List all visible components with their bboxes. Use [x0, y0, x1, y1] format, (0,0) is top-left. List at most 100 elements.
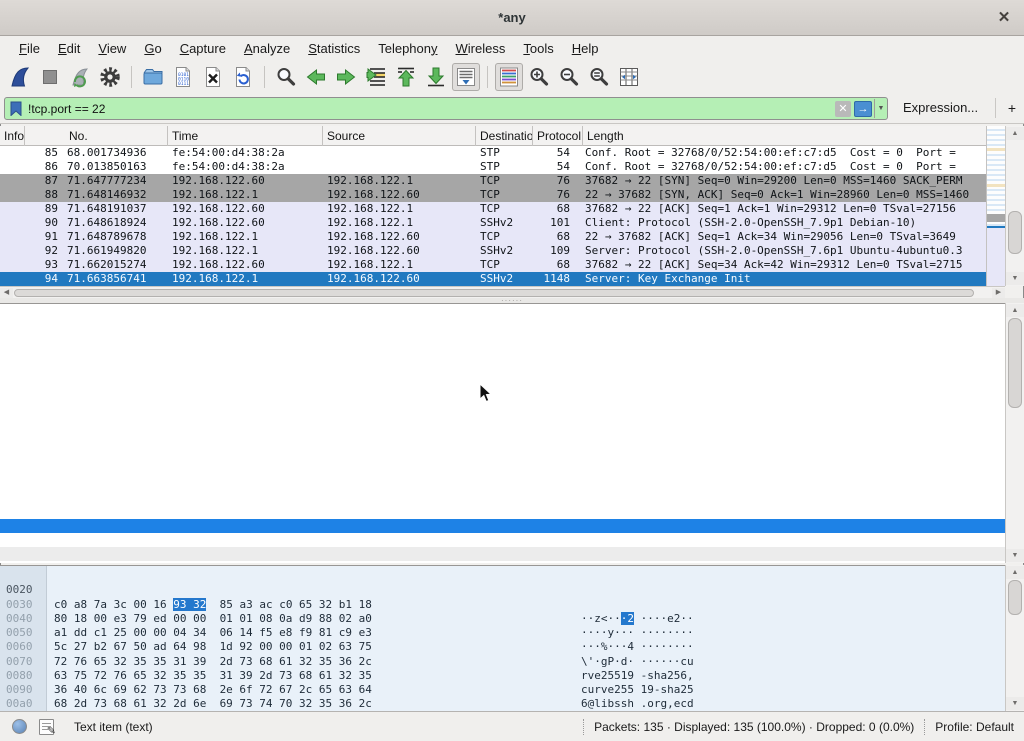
packet-row[interactable]: 90 71.648618924 192.168.122.60 192.168.1…: [0, 216, 986, 230]
auto-scroll-button[interactable]: [452, 63, 480, 91]
detail-tree-item[interactable]: Window size value: 227: [0, 405, 1005, 419]
menu-item[interactable]: Edit: [49, 38, 89, 59]
packet-list-vscrollbar[interactable]: ▲ ▼: [1005, 126, 1024, 286]
detail-tree-item[interactable]: [Stream index: 0]: [0, 306, 1005, 320]
find-packet-button[interactable]: [272, 63, 300, 91]
zoom-original-button[interactable]: [585, 63, 613, 91]
menu-item[interactable]: Analyze: [235, 38, 299, 59]
detail-tree-item[interactable]: [Next sequence number: 1122 (relative se…: [0, 349, 1005, 363]
detail-tree-item[interactable]: ▶Flags: 0x018 (PSH, ACK): [0, 391, 1005, 405]
scroll-down-arrow[interactable]: ▼: [1006, 272, 1024, 285]
scroll-up-arrow[interactable]: ▲: [1006, 127, 1024, 140]
close-window-button[interactable]: ✕: [994, 8, 1014, 28]
packet-row[interactable]: 89 71.648191037 192.168.122.60 192.168.1…: [0, 202, 986, 216]
filter-history-dropdown[interactable]: ▼: [874, 99, 887, 118]
colorize-packets-button[interactable]: [495, 63, 523, 91]
hex-row[interactable]: 00b0 38 34 2c 65 63 64 68 2d 73 68 61 32…: [0, 697, 1005, 711]
column-header[interactable]: Protocol: [533, 126, 583, 146]
expression-button[interactable]: Expression...: [903, 100, 978, 115]
detail-tree-item[interactable]: Acknowledgment number: 34 (relative ack …: [0, 363, 1005, 377]
scroll-down-arrow[interactable]: ▼: [1006, 697, 1024, 710]
hex-row[interactable]: 0090 68 2d 73 68 61 32 2d 6e 69 73 74 70…: [0, 669, 1005, 683]
next-packet-button[interactable]: [332, 63, 360, 91]
detail-tree-item[interactable]: Sequence number: 42 (relative sequence n…: [0, 334, 1005, 348]
packet-row[interactable]: 94 71.663856741 192.168.122.1 192.168.12…: [0, 272, 986, 286]
apply-filter-button[interactable]: →: [854, 101, 872, 117]
menu-item[interactable]: Wireless: [447, 38, 515, 59]
hex-row[interactable]: 0030 80 18 00 e3 79 ed 00 00 01 01 08 0a…: [0, 583, 1005, 597]
start-capture-button[interactable]: [6, 63, 34, 91]
detail-tree-item[interactable]: TCP payload (1080 bytes): [0, 533, 1005, 547]
open-file-button[interactable]: [139, 63, 167, 91]
menu-item[interactable]: View: [89, 38, 135, 59]
scroll-up-arrow[interactable]: ▲: [1006, 566, 1024, 579]
packet-row[interactable]: 92 71.661949820 192.168.122.1 192.168.12…: [0, 244, 986, 258]
clear-filter-button[interactable]: ✕: [835, 101, 851, 117]
packet-row[interactable]: 87 71.647777234 192.168.122.60 192.168.1…: [0, 174, 986, 188]
hex-row[interactable]: 0070 63 75 72 76 65 32 35 35 31 39 2d 73…: [0, 640, 1005, 654]
detail-tree-item[interactable]: ▶[Timestamps]: [0, 519, 1005, 533]
scroll-left-arrow[interactable]: ◀: [0, 288, 13, 298]
detail-tree-item[interactable]: Checksum: 0x79ed [unverified]: [0, 448, 1005, 462]
detail-tree-item[interactable]: ▶SSH Version 2 (encryption:chacha20-poly…: [0, 561, 1005, 563]
zoom-out-button[interactable]: [555, 63, 583, 91]
scroll-thumb[interactable]: [14, 289, 974, 297]
hex-vscrollbar[interactable]: ▲ ▼: [1005, 565, 1024, 711]
menu-item[interactable]: Capture: [171, 38, 235, 59]
resize-columns-button[interactable]: [615, 63, 643, 91]
hex-row[interactable]: 0050 5c 27 b2 67 50 ad 64 98 1d 92 00 00…: [0, 612, 1005, 626]
scroll-thumb[interactable]: [1008, 211, 1022, 254]
detail-tree-item[interactable]: [Window size scaling factor: 128]: [0, 434, 1005, 448]
scroll-up-arrow[interactable]: ▲: [1006, 304, 1024, 317]
hex-row[interactable]: 0060 72 76 65 32 35 35 31 39 2d 73 68 61…: [0, 626, 1005, 640]
filter-text[interactable]: !tcp.port == 22: [28, 102, 835, 116]
detail-tree-item[interactable]: [TCP Segment Len: 1080]: [0, 320, 1005, 334]
menu-item[interactable]: Help: [563, 38, 608, 59]
display-filter-input[interactable]: !tcp.port == 22 ✕ → ▼: [4, 97, 888, 120]
last-packet-button[interactable]: [422, 63, 450, 91]
go-to-packet-button[interactable]: [362, 63, 390, 91]
first-packet-button[interactable]: [392, 63, 420, 91]
detail-tree-item[interactable]: [Checksum Status: Unverified]: [0, 462, 1005, 476]
capture-comment-icon[interactable]: [39, 719, 54, 735]
hex-row[interactable]: 0020 c0 a8 7a 3c 00 16 93 32 85 a3 ac c0…: [0, 569, 1005, 583]
profile-text[interactable]: Profile: Default: [935, 720, 1014, 734]
stop-capture-button[interactable]: [36, 63, 64, 91]
packet-minimap-scrollbar[interactable]: [986, 126, 1005, 286]
hex-row[interactable]: 0040 a1 dd c1 25 00 00 04 34 06 14 f5 e8…: [0, 598, 1005, 612]
detail-tree-item[interactable]: 1000 .... = Header Length: 32 bytes (8): [0, 377, 1005, 391]
menu-item[interactable]: Tools: [514, 38, 562, 59]
packet-row[interactable]: 86 70.013850163 fe:54:00:d4:38:2a STP 54…: [0, 160, 986, 174]
column-header[interactable]: Length: [583, 126, 986, 146]
column-header[interactable]: Time: [168, 126, 323, 146]
previous-packet-button[interactable]: [302, 63, 330, 91]
add-filter-button[interactable]: +: [1004, 98, 1020, 118]
bookmark-icon[interactable]: [10, 101, 22, 116]
scroll-thumb[interactable]: [1008, 580, 1022, 615]
scroll-down-arrow[interactable]: ▼: [1006, 549, 1024, 562]
detail-tree-item[interactable]: Urgent pointer: 0: [0, 476, 1005, 490]
menu-item[interactable]: File: [10, 38, 49, 59]
packet-row[interactable]: 93 71.662015274 192.168.122.60 192.168.1…: [0, 258, 986, 272]
column-header[interactable]: Info: [0, 126, 25, 146]
expert-info-icon[interactable]: [12, 719, 27, 734]
detail-tree-item[interactable]: ▼SSH Protocol: [0, 547, 1005, 561]
zoom-in-button[interactable]: [525, 63, 553, 91]
detail-tree-item[interactable]: ▶[SEQ/ACK analysis]: [0, 505, 1005, 519]
detail-tree-item[interactable]: [Calculated window size: 29056]: [0, 420, 1005, 434]
column-header[interactable]: Source: [323, 126, 476, 146]
restart-capture-button[interactable]: [66, 63, 94, 91]
reload-file-button[interactable]: [229, 63, 257, 91]
capture-options-button[interactable]: [96, 63, 124, 91]
titlebar[interactable]: *any ✕: [0, 0, 1024, 36]
details-vscrollbar[interactable]: ▲ ▼: [1005, 303, 1024, 563]
menu-item[interactable]: Statistics: [299, 38, 369, 59]
menu-item[interactable]: Go: [135, 38, 170, 59]
hex-row[interactable]: 00a0 65 63 64 68 2d 73 68 61 32 2d 6e 69…: [0, 683, 1005, 697]
detail-tree-item[interactable]: ▶Options: (12 bytes), No-Operation (NOP)…: [0, 490, 1005, 504]
scroll-thumb[interactable]: [1008, 318, 1022, 408]
packet-row[interactable]: 88 71.648146932 192.168.122.1 192.168.12…: [0, 188, 986, 202]
column-header[interactable]: Destination: [476, 126, 533, 146]
close-file-button[interactable]: [199, 63, 227, 91]
save-file-button[interactable]: 010101100111: [169, 63, 197, 91]
